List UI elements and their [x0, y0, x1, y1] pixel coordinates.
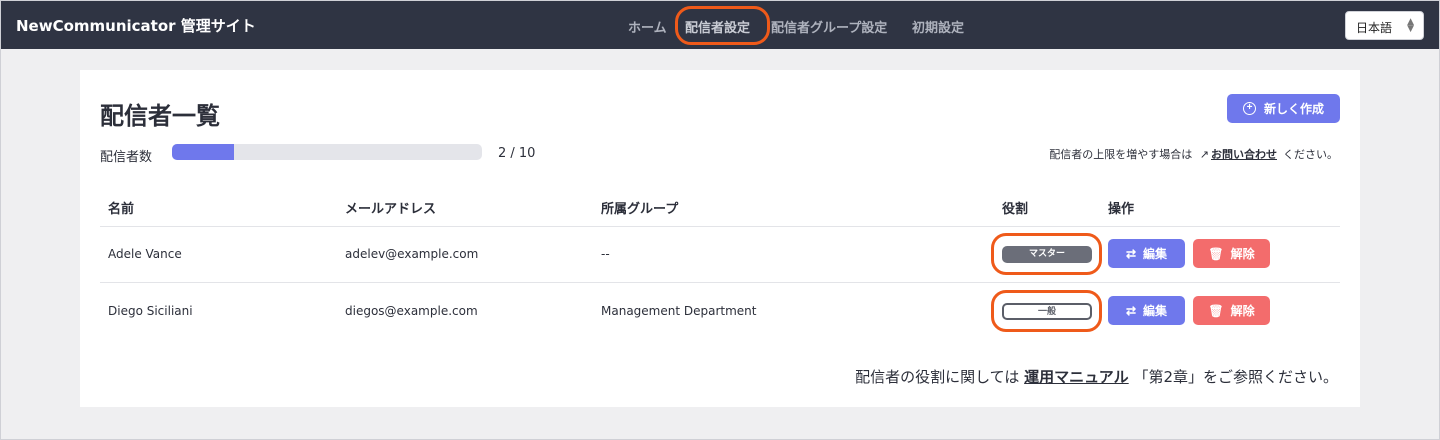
- manual-note-suffix: 「第2章」をご参照ください。: [1133, 368, 1338, 386]
- column-header-actions: 操作: [1108, 202, 1135, 217]
- row-name: Diego Siciliani: [108, 304, 193, 318]
- role-badge-master: マスター: [1002, 246, 1092, 263]
- column-header-name: 名前: [108, 202, 135, 217]
- distributor-count-value: 2 / 10: [498, 146, 536, 161]
- remove-label: 解除: [1230, 304, 1255, 318]
- edit-button[interactable]: ⇄ 編集: [1108, 239, 1185, 268]
- top-navbar: NewCommunicator 管理サイト ホーム 配信者設定 配信者グループ設…: [0, 0, 1440, 49]
- remove-button[interactable]: 🗑 解除: [1193, 239, 1270, 268]
- limit-note-suffix: ください。: [1283, 148, 1338, 161]
- edit-button[interactable]: ⇄ 編集: [1108, 296, 1185, 325]
- contact-link[interactable]: お問い合わせ: [1211, 148, 1277, 161]
- table-header-divider: [100, 226, 1340, 227]
- select-chevron-icon: ▲ ▼: [1407, 17, 1414, 34]
- distributor-card: 配信者一覧 + 新しく作成 配信者数 2 / 10 配信者の上限を増やす場合は …: [80, 70, 1360, 407]
- swap-icon: ⇄: [1125, 246, 1137, 261]
- trash-icon: 🗑: [1208, 246, 1224, 261]
- column-header-group: 所属グループ: [601, 202, 679, 217]
- plus-circle-icon: +: [1242, 102, 1256, 115]
- nav-initial-settings[interactable]: 初期設定: [912, 17, 964, 36]
- row-name: Adele Vance: [108, 247, 182, 261]
- language-value: 日本語: [1356, 21, 1393, 35]
- remove-label: 解除: [1230, 247, 1255, 261]
- manual-link[interactable]: 運用マニュアル: [1024, 368, 1129, 386]
- remove-button[interactable]: 🗑 解除: [1193, 296, 1270, 325]
- edit-label: 編集: [1143, 304, 1168, 318]
- row-email: diegos@example.com: [345, 304, 478, 318]
- limit-note: 配信者の上限を増やす場合は ↗ お問い合わせ ください。: [1049, 146, 1338, 162]
- create-new-button[interactable]: + 新しく作成: [1227, 94, 1340, 123]
- progress-fill: [172, 144, 234, 160]
- role-badge-general: 一般: [1002, 303, 1092, 320]
- app-brand[interactable]: NewCommunicator 管理サイト: [16, 15, 256, 36]
- distributor-count-label: 配信者数: [100, 150, 153, 165]
- nav-distributor-group-settings[interactable]: 配信者グループ設定: [771, 17, 887, 36]
- page-title: 配信者一覧: [100, 102, 220, 130]
- role-manual-note: 配信者の役割に関しては 運用マニュアル 「第2章」をご参照ください。: [855, 366, 1338, 387]
- external-link-icon: ↗: [1199, 148, 1209, 161]
- limit-note-prefix: 配信者の上限を増やす場合は: [1049, 148, 1193, 161]
- trash-icon: 🗑: [1208, 303, 1224, 318]
- manual-note-prefix: 配信者の役割に関しては: [855, 368, 1020, 386]
- distributor-count-progress: [172, 144, 482, 160]
- nav-home[interactable]: ホーム: [628, 17, 667, 36]
- row-group: Management Department: [601, 304, 757, 318]
- swap-icon: ⇄: [1125, 303, 1137, 318]
- column-header-email: メールアドレス: [345, 202, 437, 217]
- column-header-role: 役割: [1002, 202, 1029, 217]
- row-group: --: [601, 247, 610, 261]
- language-select[interactable]: 日本語 ▲ ▼: [1345, 11, 1424, 40]
- row-email: adelev@example.com: [345, 247, 479, 261]
- row-divider: [100, 282, 1340, 283]
- nav-highlight-annotation: [675, 6, 770, 45]
- create-new-label: 新しく作成: [1263, 102, 1324, 116]
- edit-label: 編集: [1143, 247, 1168, 261]
